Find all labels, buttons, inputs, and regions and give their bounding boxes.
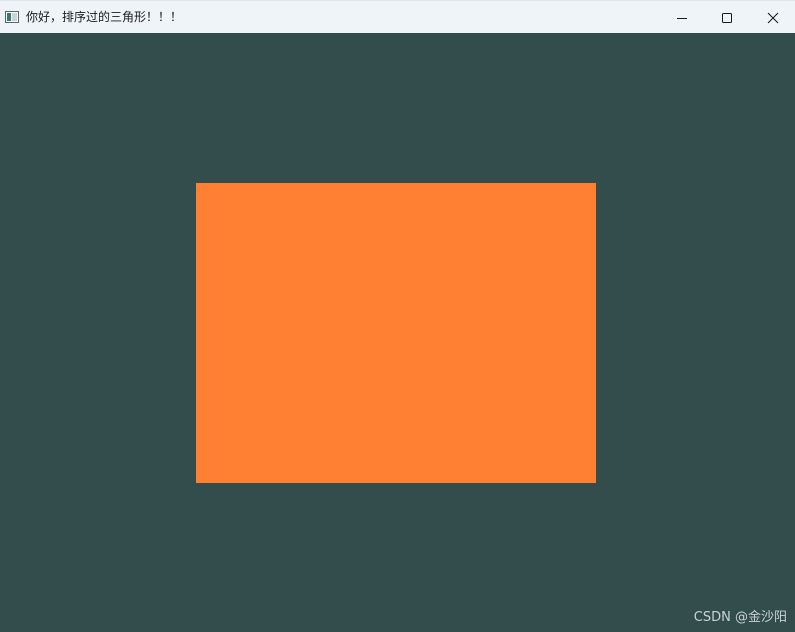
minimize-icon [677,18,687,19]
app-window: 你好，排序过的三角形！！！ CSDN @金沙阳 [0,0,795,632]
maximize-icon [722,13,732,23]
render-canvas[interactable]: CSDN @金沙阳 [0,33,795,632]
watermark: CSDN @金沙阳 [693,610,787,625]
close-icon [767,12,779,24]
close-button[interactable] [750,1,795,33]
app-window-icon [5,11,19,23]
maximize-button[interactable] [704,1,750,33]
minimize-button[interactable] [659,1,705,33]
window-title: 你好，排序过的三角形！！！ [26,10,183,24]
title-bar[interactable]: 你好，排序过的三角形！！！ [0,0,795,33]
orange-rectangle [196,183,596,483]
